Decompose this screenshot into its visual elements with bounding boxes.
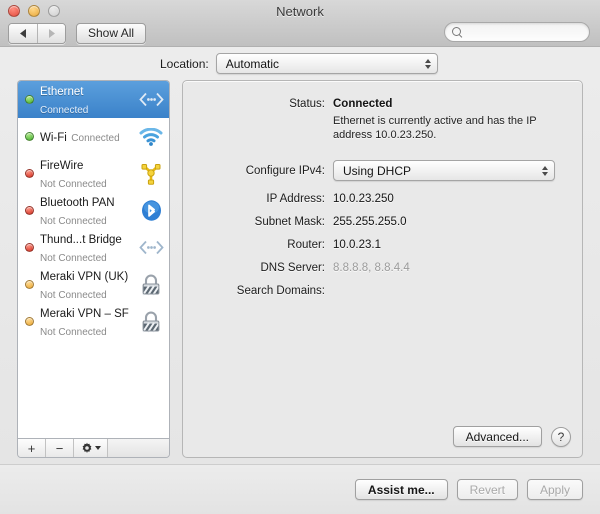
service-row-meraki-vpn-sf[interactable]: Meraki VPN – SF Not Connected	[18, 303, 169, 340]
status-indicator-dot	[25, 243, 34, 252]
status-indicator-dot	[25, 206, 34, 215]
service-status: Connected	[71, 132, 120, 144]
lock-icon	[138, 272, 164, 298]
dns-server-value: 8.8.8.8, 8.8.4.4	[333, 262, 410, 274]
content-area: Ethernet Connected Wi-Fi Connected FireW…	[0, 80, 600, 464]
apply-button: Apply	[526, 479, 583, 500]
lock-icon	[138, 309, 164, 335]
stepper-arrows-icon	[542, 165, 548, 176]
status-indicator-dot	[25, 95, 34, 104]
service-row-meraki-vpn-uk[interactable]: Meraki VPN (UK) Not Connected	[18, 266, 169, 303]
add-service-button[interactable]: +	[18, 439, 46, 457]
subnet-mask-label: Subnet Mask:	[254, 216, 325, 228]
revert-button: Revert	[456, 479, 518, 500]
status-description: Ethernet is currently active and has the…	[333, 115, 537, 141]
service-action-menu-button[interactable]	[74, 439, 108, 457]
window-title: Network	[276, 4, 324, 19]
network-preferences-window: Network Show All Location: Automatic Eth…	[0, 0, 600, 514]
location-popup-button[interactable]: Automatic	[215, 53, 438, 74]
service-status: Not Connected	[40, 178, 107, 190]
status-indicator-dot	[25, 169, 34, 178]
footer-spacer	[108, 439, 169, 457]
services-sidebar: Ethernet Connected Wi-Fi Connected FireW…	[17, 80, 170, 464]
status-block: Status: Connected Ethernet is currently …	[183, 81, 582, 142]
assist-me-button[interactable]: Assist me...	[354, 479, 448, 500]
dns-server-label: DNS Server:	[260, 262, 325, 274]
configure-ipv4-selected-value: Using DHCP	[343, 163, 412, 178]
search-field[interactable]	[444, 22, 590, 42]
subnet-mask-row: Subnet Mask: 255.255.255.0	[183, 216, 582, 228]
service-status: Connected	[40, 104, 89, 116]
location-row: Location: Automatic	[0, 47, 600, 80]
service-name: Ethernet	[40, 85, 84, 98]
remove-service-button[interactable]: −	[46, 439, 74, 457]
wifi-icon	[138, 124, 164, 150]
status-value: Connected	[333, 98, 393, 110]
search-domains-label: Search Domains:	[236, 285, 325, 297]
window-footer: Assist me... Revert Apply	[0, 464, 600, 514]
window-titlebar: Network Show All	[0, 0, 600, 47]
configure-ipv4-label: Configure IPv4:	[245, 164, 325, 177]
search-input[interactable]	[467, 26, 577, 38]
dns-server-row: DNS Server: 8.8.8.8, 8.8.4.4	[183, 262, 582, 274]
location-selected-value: Automatic	[225, 56, 280, 71]
ip-address-label: IP Address:	[266, 193, 325, 205]
router-value: 10.0.23.1	[333, 239, 381, 251]
service-row-thunderbolt-bridge[interactable]: Thund...t Bridge Not Connected	[18, 229, 169, 266]
ethernet-icon	[138, 235, 164, 261]
network-details-list: IP Address: 10.0.23.250 Subnet Mask: 255…	[183, 193, 582, 297]
configure-ipv4-row: Configure IPv4: Using DHCP	[183, 160, 582, 181]
services-list-footer: + −	[17, 438, 170, 458]
search-domains-row: Search Domains:	[183, 285, 582, 297]
gear-icon	[82, 442, 91, 453]
ip-address-row: IP Address: 10.0.23.250	[183, 193, 582, 205]
service-status: Not Connected	[40, 215, 107, 227]
service-name: FireWire	[40, 159, 84, 172]
configure-ipv4-popup-button[interactable]: Using DHCP	[333, 160, 555, 181]
service-row-ethernet[interactable]: Ethernet Connected	[18, 81, 169, 118]
search-icon	[452, 26, 463, 38]
navigation-buttons	[8, 22, 66, 44]
advanced-button[interactable]: Advanced...	[452, 426, 542, 447]
firewire-icon	[138, 161, 164, 187]
service-status: Not Connected	[40, 326, 107, 338]
service-row-firewire[interactable]: FireWire Not Connected	[18, 155, 169, 192]
service-name: Thund...t Bridge	[40, 233, 122, 246]
status-row: Status: Connected	[183, 98, 582, 110]
status-label: Status:	[289, 98, 325, 110]
bluetooth-icon	[138, 198, 164, 224]
location-label: Location:	[160, 56, 209, 71]
ip-address-value: 10.0.23.250	[333, 193, 394, 205]
service-status: Not Connected	[40, 252, 107, 264]
chevron-right-icon	[49, 28, 55, 38]
chevron-down-icon	[94, 446, 101, 450]
help-button[interactable]: ?	[551, 426, 571, 447]
router-label: Router:	[287, 239, 325, 251]
status-indicator-dot	[25, 132, 34, 141]
service-name: Bluetooth PAN	[40, 196, 115, 209]
stepper-arrows-icon	[424, 58, 431, 69]
forward-button	[37, 23, 65, 43]
service-name: Meraki VPN – SF	[40, 307, 129, 320]
back-button[interactable]	[9, 23, 37, 43]
service-name: Wi-Fi	[40, 131, 67, 144]
chevron-left-icon	[19, 28, 26, 38]
subnet-mask-value: 255.255.255.0	[333, 216, 407, 228]
ethernet-icon	[138, 87, 164, 113]
service-row-bluetooth-pan[interactable]: Bluetooth PAN Not Connected	[18, 192, 169, 229]
detail-actions: Advanced... ?	[452, 426, 571, 447]
status-indicator-dot	[25, 317, 34, 326]
service-row-wi-fi[interactable]: Wi-Fi Connected	[18, 118, 169, 155]
service-status: Not Connected	[40, 289, 107, 301]
router-row: Router: 10.0.23.1	[183, 239, 582, 251]
service-name: Meraki VPN (UK)	[40, 270, 129, 283]
service-detail-panel: Status: Connected Ethernet is currently …	[182, 80, 583, 458]
status-indicator-dot	[25, 280, 34, 289]
toolbar: Show All	[0, 20, 600, 46]
services-list[interactable]: Ethernet Connected Wi-Fi Connected FireW…	[17, 80, 170, 438]
show-all-button[interactable]: Show All	[76, 22, 147, 44]
